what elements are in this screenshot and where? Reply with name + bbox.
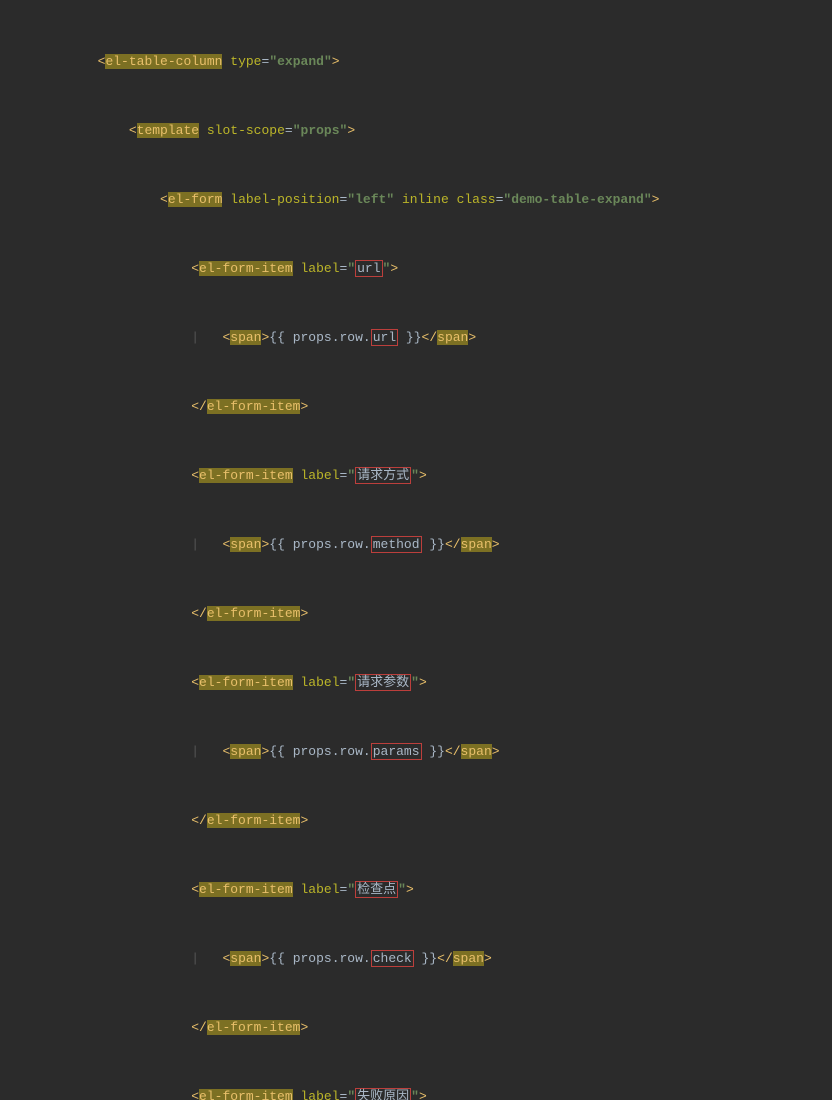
code-line[interactable]: <el-form-item label="检查点"> (0, 878, 832, 901)
label-value-url: url (355, 260, 382, 277)
tag-el-form-item: el-form-item (199, 261, 293, 276)
code-line[interactable]: <el-form label-position="left" inline cl… (0, 188, 832, 211)
label-value-params: 请求参数 (355, 674, 411, 691)
prop-url: url (371, 329, 398, 346)
code-editor[interactable]: <el-table-column type="expand"> <templat… (0, 0, 832, 1100)
code-line[interactable]: <el-table-column type="expand"> (0, 50, 832, 73)
code-line[interactable]: <el-form-item label="请求方式"> (0, 464, 832, 487)
label-value-check: 检查点 (355, 881, 398, 898)
code-line[interactable]: </el-form-item> (0, 809, 832, 832)
tag-span: span (230, 330, 261, 345)
prop-params: params (371, 743, 422, 760)
prop-check: check (371, 950, 414, 967)
code-line[interactable]: <el-form-item label="失败原因"> (0, 1085, 832, 1100)
label-value-method: 请求方式 (355, 467, 411, 484)
code-line[interactable]: | <span>{{ props.row.check }}</span> (0, 947, 832, 970)
prop-method: method (371, 536, 422, 553)
label-value-reason: 失败原因 (355, 1088, 411, 1100)
code-line[interactable]: </el-form-item> (0, 602, 832, 625)
code-line[interactable]: <template slot-scope="props"> (0, 119, 832, 142)
code-line[interactable]: | <span>{{ props.row.url }}</span> (0, 326, 832, 349)
tag-el-form: el-form (168, 192, 223, 207)
code-line[interactable]: </el-form-item> (0, 395, 832, 418)
code-line[interactable]: | <span>{{ props.row.params }}</span> (0, 740, 832, 763)
code-line[interactable]: <el-form-item label="请求参数"> (0, 671, 832, 694)
code-line[interactable]: </el-form-item> (0, 1016, 832, 1039)
code-line[interactable]: <el-form-item label="url"> (0, 257, 832, 280)
tag-el-table-column: el-table-column (105, 54, 222, 69)
code-line[interactable]: | <span>{{ props.row.method }}</span> (0, 533, 832, 556)
tag-template: template (137, 123, 199, 138)
